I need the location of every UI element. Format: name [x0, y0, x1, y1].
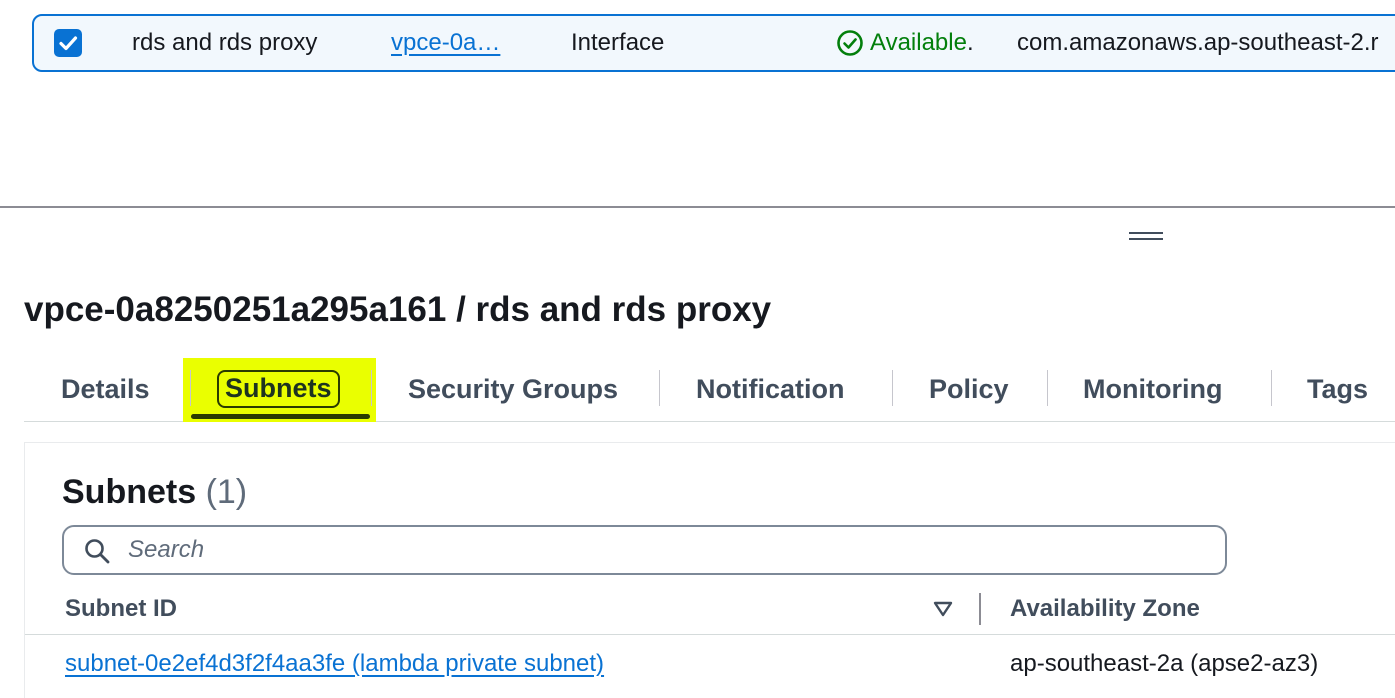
tab-separator [371, 370, 372, 406]
search-icon [85, 539, 110, 564]
subnets-container: Subnets (1) Subnet ID Availability Zone … [24, 442, 1395, 698]
tab-separator [190, 370, 191, 406]
column-resizer[interactable] [979, 593, 981, 625]
endpoint-service-name: com.amazonaws.ap-southeast-2.r [1017, 29, 1379, 56]
table-row: subnet-0e2ef4d3f2f4aa3fe (lambda private… [25, 636, 1395, 692]
split-panel-divider [0, 206, 1395, 208]
column-header-subnet-id[interactable]: Subnet ID [65, 583, 177, 635]
tab-separator [1047, 370, 1048, 406]
endpoint-table-row[interactable]: rds and rds proxy vpce-0a… Interface Ava… [32, 14, 1395, 72]
sort-down-icon[interactable] [932, 600, 954, 618]
subnets-count: (1) [205, 473, 248, 511]
subnets-title: Subnets [62, 473, 197, 511]
drag-handle-icon[interactable] [1129, 232, 1163, 246]
tab-details[interactable]: Details [61, 358, 150, 420]
tab-separator [659, 370, 660, 406]
column-header-availability-zone[interactable]: Availability Zone [1010, 583, 1200, 635]
page-title: vpce-0a8250251a295a161 / rds and rds pro… [24, 290, 772, 329]
table-header: Subnet ID Availability Zone [25, 583, 1395, 635]
tab-policy[interactable]: Policy [929, 358, 1009, 420]
search-input[interactable] [128, 533, 1208, 567]
subnets-heading: Subnets (1) [62, 473, 247, 512]
tab-separator [892, 370, 893, 406]
tab-notification[interactable]: Notification [696, 358, 845, 420]
endpoint-status: Available. [836, 16, 974, 70]
tab-subnets[interactable]: Subnets [217, 370, 340, 408]
tab-monitoring[interactable]: Monitoring [1083, 358, 1222, 420]
checkmark-icon [59, 36, 78, 51]
check-circle-icon [837, 30, 863, 56]
endpoint-name: rds and rds proxy [132, 29, 318, 56]
endpoint-id-link[interactable]: vpce-0a… [391, 16, 500, 70]
endpoint-type: Interface [571, 29, 665, 56]
tab-separator [1271, 370, 1272, 406]
vpc-endpoint-page: rds and rds proxy vpce-0a… Interface Ava… [0, 0, 1395, 698]
tab-tags[interactable]: Tags [1307, 358, 1368, 420]
status-text: Available [870, 29, 967, 56]
availability-zone-cell: ap-southeast-2a (apse2-az3) [1010, 650, 1319, 677]
active-tab-indicator [191, 414, 370, 419]
row-checkbox[interactable] [54, 29, 82, 57]
tab-list: Details Subnets Security Groups Notifica… [24, 358, 1395, 422]
tab-security-groups[interactable]: Security Groups [408, 358, 618, 420]
search-box[interactable] [62, 525, 1227, 575]
status-trailing: . [966, 29, 974, 56]
subnet-id-link[interactable]: subnet-0e2ef4d3f2f4aa3fe (lambda private… [65, 636, 604, 692]
